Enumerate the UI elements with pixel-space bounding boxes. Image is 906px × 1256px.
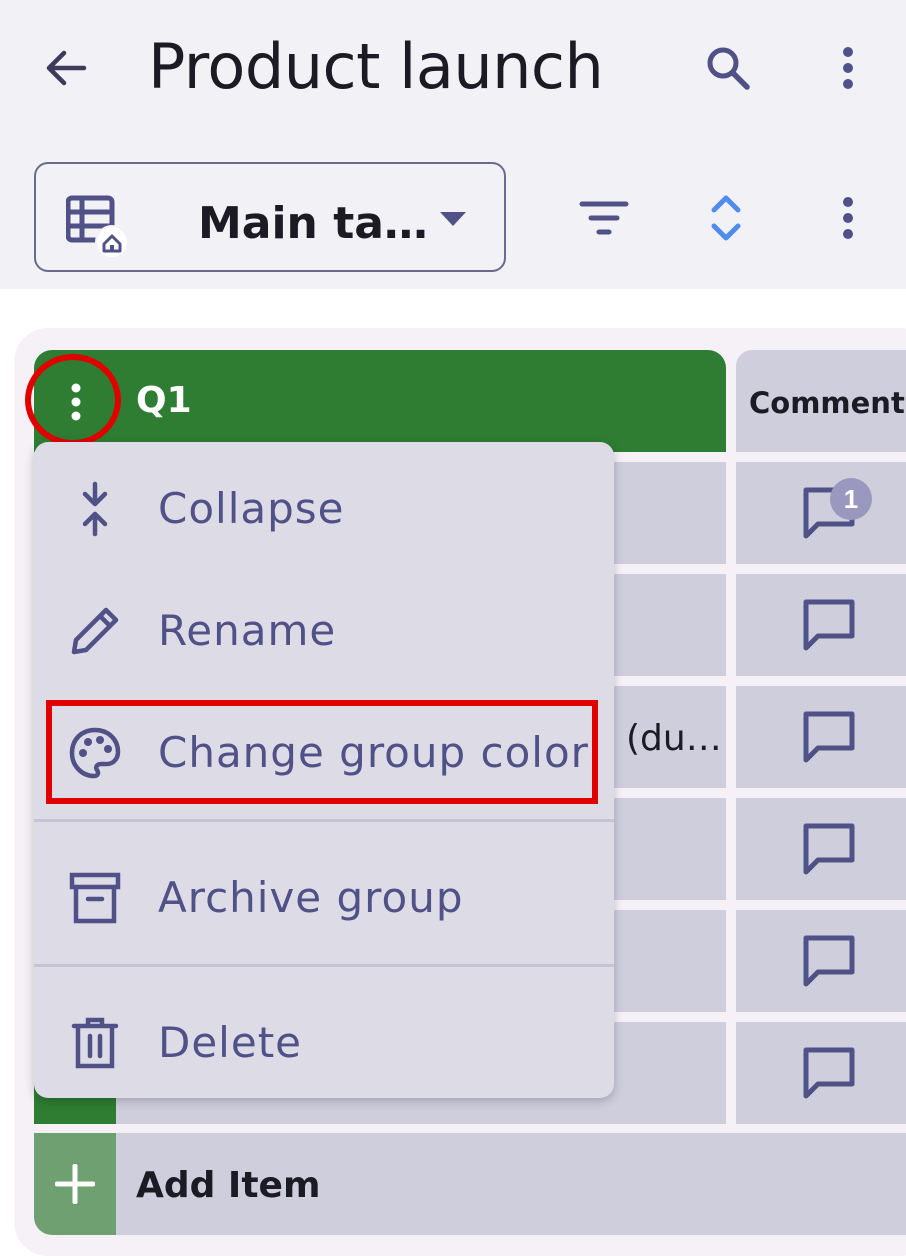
view-name: Main ta…	[198, 198, 428, 249]
menu-divider	[34, 964, 614, 967]
comments-cell[interactable]: 1	[736, 462, 906, 564]
highlight-circle	[25, 354, 121, 446]
menu-divider	[34, 819, 614, 822]
row-name: (du…	[626, 718, 722, 759]
plus-icon	[55, 1164, 95, 1204]
comments-cell[interactable]	[736, 798, 906, 900]
menu-item-label: Archive group	[158, 873, 464, 922]
table-home-icon	[66, 195, 129, 258]
menu-item-archive-group[interactable]: Archive group	[34, 835, 614, 953]
unfold-icon	[711, 195, 741, 241]
group-title: Q1	[136, 380, 192, 421]
more-vert-icon	[843, 197, 853, 239]
pencil-icon	[71, 607, 119, 655]
archive-icon	[69, 872, 121, 924]
comments-cell[interactable]	[736, 574, 906, 676]
comment-count-badge: 1	[830, 478, 872, 520]
view-selector-dropdown[interactable]: Main ta…	[34, 162, 506, 272]
arrow-back-icon	[46, 50, 87, 86]
comments-cell[interactable]	[736, 1022, 906, 1124]
more-vert-icon	[843, 47, 853, 89]
add-item-row[interactable]: Add Item	[116, 1133, 906, 1235]
comments-cell[interactable]	[736, 686, 906, 788]
page-title: Product launch	[148, 30, 604, 103]
back-button[interactable]	[36, 38, 96, 98]
comments-cell[interactable]	[736, 910, 906, 1012]
add-item-button[interactable]	[34, 1133, 116, 1235]
menu-item-label: Delete	[158, 1018, 302, 1067]
comment-icon	[803, 1047, 855, 1099]
filter-icon	[579, 201, 629, 235]
comment-icon	[803, 599, 855, 651]
comment-icon	[803, 711, 855, 763]
column-header-comments[interactable]: Comments	[736, 350, 906, 452]
search-button[interactable]	[696, 36, 760, 100]
search-icon	[707, 47, 750, 90]
menu-item-label: Rename	[158, 606, 337, 655]
comment-icon	[803, 823, 855, 875]
toolbar-more-button[interactable]	[818, 186, 878, 250]
collapse-icon	[82, 481, 108, 537]
menu-item-delete[interactable]: Delete	[34, 980, 614, 1098]
menu-item-rename[interactable]: Rename	[34, 568, 614, 686]
menu-item-label: Collapse	[158, 484, 345, 533]
filter-button[interactable]	[572, 188, 636, 248]
trash-icon	[71, 1017, 119, 1069]
add-item-label: Add Item	[136, 1165, 321, 1206]
menu-item-collapse[interactable]: Collapse	[34, 446, 614, 564]
sort-button[interactable]	[696, 186, 756, 250]
more-options-button[interactable]	[818, 36, 878, 100]
comment-icon	[803, 935, 855, 987]
column-header-label: Comments	[749, 386, 906, 420]
dropdown-caret-icon	[440, 212, 466, 226]
highlight-rectangle	[46, 700, 598, 804]
